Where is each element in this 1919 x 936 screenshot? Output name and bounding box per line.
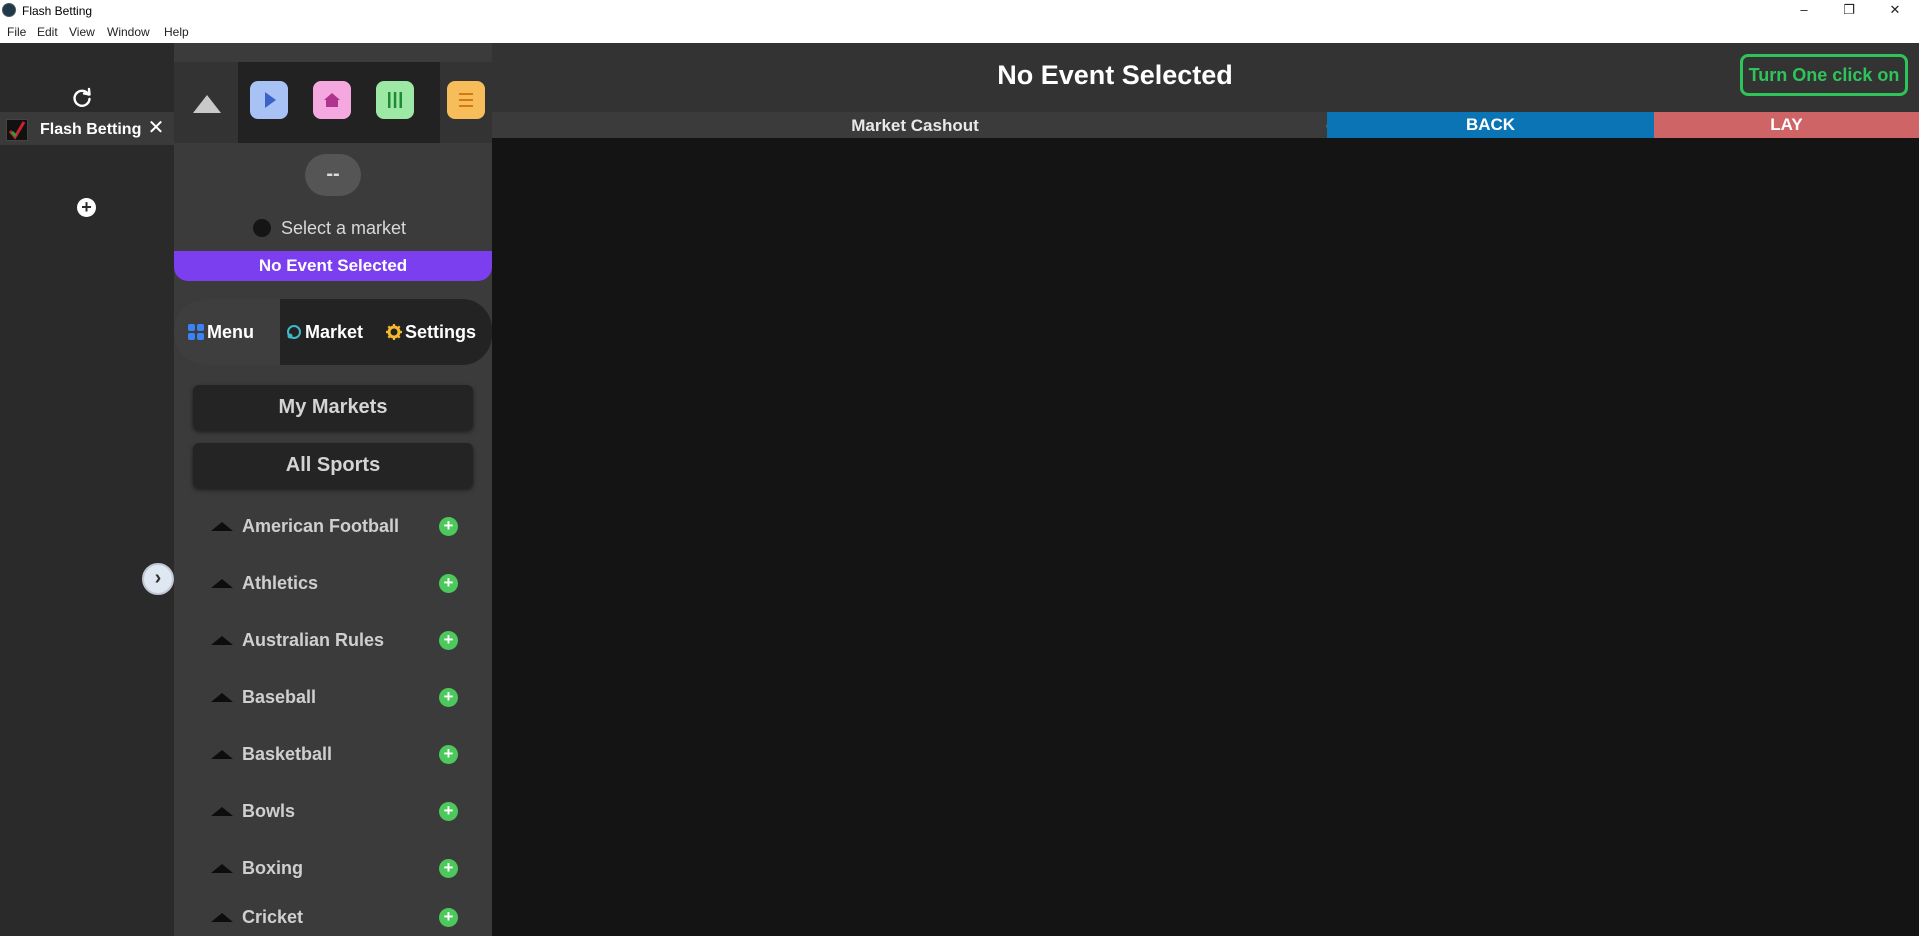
caret-up-icon	[211, 807, 233, 816]
grid-icon	[188, 324, 204, 340]
back-column-header: BACK	[1327, 112, 1654, 138]
gear-icon	[386, 324, 402, 340]
sport-item[interactable]: Baseball +	[211, 683, 461, 713]
tab-menu-label: Menu	[207, 322, 254, 342]
add-plus-icon[interactable]: +	[439, 688, 458, 707]
menu-edit[interactable]: Edit	[37, 25, 58, 39]
window-title-bar: Flash Betting – ❐ ✕	[0, 0, 1919, 21]
page-title: No Event Selected	[997, 60, 1233, 90]
add-tab-icon[interactable]: +	[77, 198, 96, 217]
hamburger-menu-button[interactable]	[447, 81, 485, 119]
chevron-right-icon[interactable]: ›	[142, 563, 174, 595]
flash-betting-favicon	[6, 119, 28, 141]
caret-up-icon	[211, 750, 233, 759]
close-icon[interactable]: ✕	[146, 117, 166, 139]
add-plus-icon[interactable]: +	[439, 908, 458, 927]
hamburger-icon	[459, 93, 473, 107]
sport-label: Baseball	[242, 687, 317, 707]
one-click-toggle-button[interactable]: Turn One click on	[1740, 54, 1908, 96]
my-markets-button[interactable]: My Markets	[193, 385, 473, 430]
minimize-button[interactable]: –	[1781, 0, 1827, 21]
tab-strip: Flash Betting ✕ +	[0, 43, 174, 936]
add-plus-icon[interactable]: +	[439, 859, 458, 878]
menu-bar: File Edit View Window Help	[0, 21, 1919, 43]
play-button[interactable]	[250, 81, 288, 119]
toolbar-menu-area	[440, 62, 492, 143]
caret-up-icon	[211, 579, 233, 588]
sport-label: Boxing	[242, 858, 303, 878]
main-header: No Event Selected Turn One click on	[492, 43, 1919, 112]
sport-item[interactable]: Basketball +	[211, 740, 461, 770]
event-status-bar: No Event Selected	[174, 251, 492, 281]
all-sports-button[interactable]: All Sports	[193, 443, 473, 488]
select-market-label: Select a market	[281, 218, 407, 238]
sport-item[interactable]: Bowls +	[211, 797, 461, 827]
sport-label: Australian Rules	[242, 630, 385, 650]
close-window-button[interactable]: ✕	[1872, 0, 1918, 21]
app-icon	[2, 3, 16, 17]
add-plus-icon[interactable]: +	[439, 802, 458, 821]
panel-nav-tabs: Menu Market Settings	[174, 299, 492, 365]
lay-column-header: LAY	[1654, 112, 1919, 138]
sport-label: Basketball	[242, 744, 333, 764]
sport-item[interactable]: Boxing +	[211, 854, 461, 884]
market-icon	[287, 325, 301, 339]
sport-label: Bowls	[242, 801, 296, 821]
sport-label: American Football	[242, 516, 400, 536]
window-title: Flash Betting	[22, 4, 93, 18]
home-button[interactable]	[313, 81, 351, 119]
tab-menu[interactable]: Menu	[174, 299, 280, 365]
reload-icon[interactable]	[70, 86, 94, 110]
tab-settings-label: Settings	[405, 322, 477, 342]
caret-up-icon	[211, 913, 233, 922]
caret-up-icon	[211, 693, 233, 702]
caret-up-icon	[211, 636, 233, 645]
add-plus-icon[interactable]: +	[439, 574, 458, 593]
tab-market[interactable]: Market	[286, 299, 386, 365]
restore-button[interactable]: ❐	[1826, 0, 1872, 21]
radio-dot-icon	[253, 219, 271, 237]
add-plus-icon[interactable]: +	[439, 631, 458, 650]
market-cashout-label: Market Cashout	[851, 116, 979, 135]
menu-view[interactable]: View	[69, 25, 95, 39]
caret-up-icon	[211, 864, 233, 873]
caret-up-icon	[211, 522, 233, 531]
play-icon	[265, 92, 276, 108]
home-icon	[324, 93, 340, 107]
menu-help[interactable]: Help	[164, 25, 189, 39]
tab-settings[interactable]: Settings	[386, 299, 492, 365]
panel-toolbar	[174, 62, 492, 143]
sport-item[interactable]: Australian Rules +	[211, 626, 461, 656]
menu-window[interactable]: Window	[107, 25, 150, 39]
add-plus-icon[interactable]: +	[439, 745, 458, 764]
market-dropdown[interactable]: --	[305, 154, 361, 196]
sport-item[interactable]: Athletics +	[211, 569, 461, 599]
triangle-up-icon	[193, 95, 221, 113]
market-cashout-bar: Market Cashout 0 BACK LAY	[492, 112, 1919, 138]
add-plus-icon[interactable]: +	[439, 517, 458, 536]
sport-item[interactable]: American Football +	[211, 512, 461, 542]
select-market-radio[interactable]: Select a market	[253, 218, 406, 239]
tab-flash-betting[interactable]: Flash Betting ✕	[0, 112, 174, 145]
collapse-up-button[interactable]	[174, 62, 238, 143]
main-area: No Event Selected Turn One click on Mark…	[492, 43, 1919, 936]
tab-title: Flash Betting	[40, 121, 142, 138]
sport-label: Athletics	[242, 573, 319, 593]
sport-label: Cricket	[242, 907, 304, 927]
menu-file[interactable]: File	[7, 25, 26, 39]
tab-market-label: Market	[305, 322, 364, 342]
columns-icon	[388, 92, 402, 108]
sport-item[interactable]: Cricket +	[211, 903, 461, 933]
side-panel: -- Select a market No Event Selected Men…	[174, 43, 492, 936]
columns-button[interactable]	[376, 81, 414, 119]
